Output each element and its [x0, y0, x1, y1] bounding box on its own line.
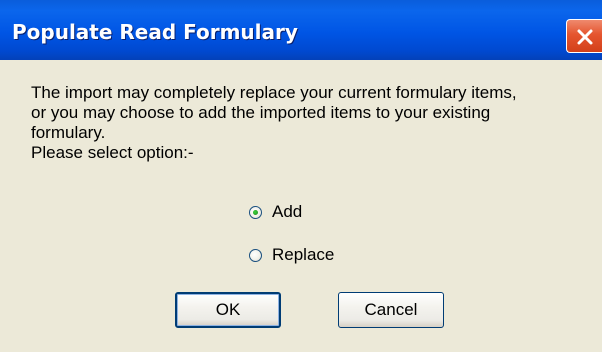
radio-button-unselected[interactable]: [249, 248, 262, 262]
option-add-radio[interactable]: Add: [249, 201, 302, 223]
option-replace-radio[interactable]: Replace: [249, 244, 334, 266]
message-line: formulary.: [31, 123, 106, 142]
message-line: The import may completely replace your c…: [31, 83, 517, 102]
option-add-label[interactable]: Add: [272, 202, 302, 222]
title-bar[interactable]: Populate Read Formulary: [0, 0, 602, 60]
close-icon: [577, 29, 593, 45]
dialog-message: The import may completely replace your c…: [31, 83, 591, 163]
radio-button-selected[interactable]: [249, 205, 262, 219]
close-button[interactable]: [566, 19, 602, 53]
cancel-button[interactable]: Cancel: [338, 292, 444, 328]
ok-button[interactable]: OK: [175, 292, 281, 328]
message-line: or you may choose to add the imported it…: [31, 103, 491, 122]
message-line: Please select option:-: [31, 143, 194, 162]
window-title: Populate Read Formulary: [12, 20, 298, 44]
radio-selected-dot: [253, 209, 258, 215]
option-replace-label[interactable]: Replace: [272, 245, 334, 265]
dialog-window: Populate Read Formulary The import may c…: [0, 0, 602, 352]
